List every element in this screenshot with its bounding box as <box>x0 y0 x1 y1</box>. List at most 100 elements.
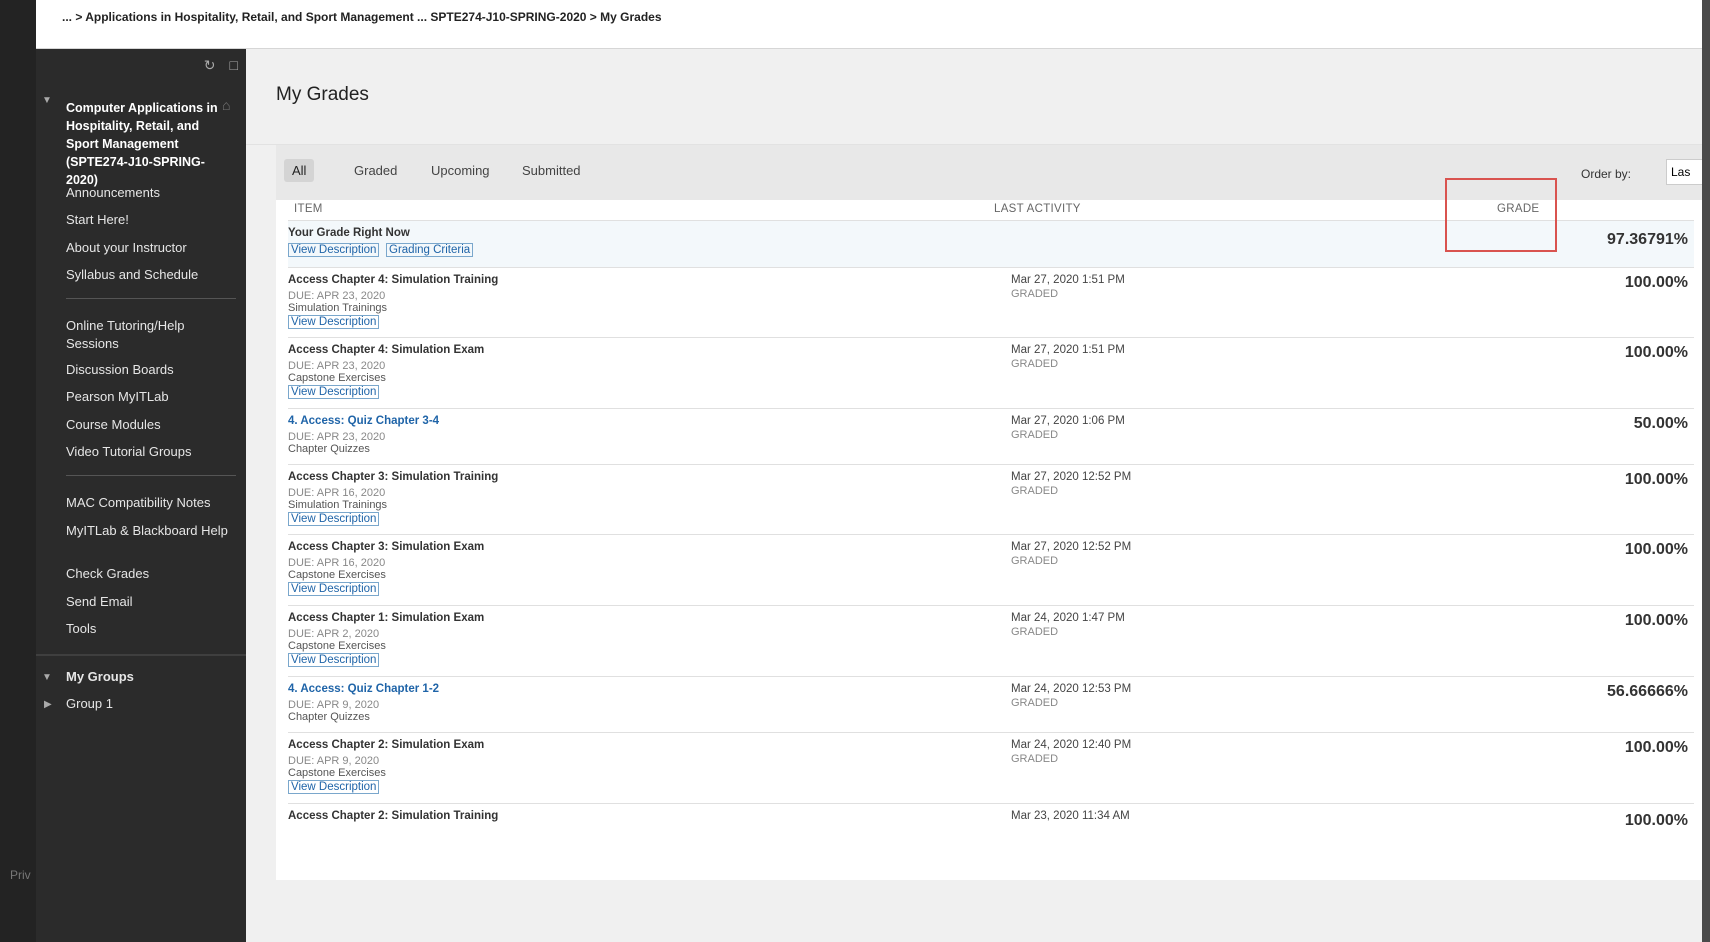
tab-submitted[interactable]: Submitted <box>514 159 589 182</box>
course-menu-tools: ↻ □ <box>204 57 238 74</box>
item-title[interactable]: Access Chapter 1: Simulation Exam <box>288 612 484 624</box>
view-description-link[interactable]: View Description <box>288 512 380 526</box>
nav-discussion-boards[interactable]: Discussion Boards <box>66 361 231 379</box>
item-title[interactable]: 4. Access: Quiz Chapter 3-4 <box>288 415 439 427</box>
item-category: Capstone Exercises <box>288 767 386 779</box>
item-category: Capstone Exercises <box>288 640 386 652</box>
course-title[interactable]: Computer Applications in Hospitality, Re… <box>66 99 226 189</box>
item-title: Your Grade Right Now <box>288 227 410 239</box>
table-row: Access Chapter 3: Simulation Training DU… <box>288 464 1694 535</box>
scrollbar[interactable] <box>1702 0 1710 942</box>
grade-value: 56.66666% <box>1607 683 1688 700</box>
chevron-down-icon[interactable]: ▼ <box>42 672 52 683</box>
privacy-link[interactable]: Priv <box>10 868 31 882</box>
table-row: 4. Access: Quiz Chapter 3-4 DUE: APR 23,… <box>288 408 1694 465</box>
menu-divider <box>66 475 236 476</box>
activity-status: GRADED <box>1011 358 1059 370</box>
view-description-link[interactable]: View Description <box>288 385 380 399</box>
left-gutter <box>0 0 36 942</box>
menu-divider <box>36 654 246 656</box>
activity-status: GRADED <box>1011 626 1059 638</box>
view-description-link[interactable]: View Description <box>288 315 380 329</box>
refresh-icon[interactable]: ↻ <box>204 57 216 74</box>
breadcrumb[interactable]: ... > Applications in Hospitality, Retai… <box>62 10 662 24</box>
item-title[interactable]: Access Chapter 3: Simulation Training <box>288 471 498 483</box>
grade-value: 100.00% <box>1624 812 1688 829</box>
item-due-date: DUE: APR 2, 2020 <box>288 628 380 640</box>
nav-video-tutorials[interactable]: Video Tutorial Groups <box>66 443 231 461</box>
item-title[interactable]: Access Chapter 2: Simulation Exam <box>288 739 484 751</box>
item-due-date: DUE: APR 9, 2020 <box>288 699 380 711</box>
table-row: Access Chapter 3: Simulation Exam DUE: A… <box>288 534 1694 606</box>
nav-course-modules[interactable]: Course Modules <box>66 416 231 434</box>
item-due-date: DUE: APR 16, 2020 <box>288 557 386 569</box>
nav-myitlab-help[interactable]: MyITLab & Blackboard Help <box>66 522 231 540</box>
nav-announcements[interactable]: Announcements <box>66 184 231 202</box>
order-by-select[interactable]: Las <box>1666 159 1702 185</box>
grading-criteria-link[interactable]: Grading Criteria <box>386 243 474 257</box>
my-groups-header[interactable]: My Groups <box>66 668 231 686</box>
item-title[interactable]: 4. Access: Quiz Chapter 1-2 <box>288 683 439 695</box>
grade-value: 50.00% <box>1633 415 1688 432</box>
grade-value: 100.00% <box>1624 344 1688 361</box>
column-header-item[interactable]: ITEM <box>294 203 323 215</box>
item-due-date: DUE: APR 9, 2020 <box>288 755 380 767</box>
activity-date: Mar 23, 2020 11:34 AM <box>1011 810 1130 822</box>
item-category: Simulation Trainings <box>288 302 388 314</box>
item-category: Capstone Exercises <box>288 569 386 581</box>
sidebar-edge <box>36 880 246 942</box>
folder-icon[interactable]: □ <box>230 57 238 74</box>
table-row: Access Chapter 4: Simulation Training DU… <box>288 267 1694 338</box>
activity-status: GRADED <box>1011 697 1059 709</box>
window-edge <box>36 880 1702 942</box>
item-title[interactable]: Access Chapter 4: Simulation Training <box>288 274 498 286</box>
grade-value: 100.00% <box>1624 739 1688 756</box>
nav-mac-notes[interactable]: MAC Compatibility Notes <box>66 494 231 512</box>
chevron-down-icon[interactable]: ▼ <box>42 95 52 106</box>
item-title[interactable]: Access Chapter 2: Simulation Training <box>288 810 498 822</box>
item-category: Chapter Quizzes <box>288 711 370 723</box>
tab-graded[interactable]: Graded <box>346 159 405 182</box>
chevron-right-icon[interactable]: ▶ <box>44 699 52 710</box>
item-due-date: DUE: APR 16, 2020 <box>288 487 386 499</box>
nav-about-instructor[interactable]: About your Instructor <box>66 239 231 257</box>
item-category: Capstone Exercises <box>288 372 386 384</box>
item-title[interactable]: Access Chapter 4: Simulation Exam <box>288 344 484 356</box>
item-title[interactable]: Access Chapter 3: Simulation Exam <box>288 541 484 553</box>
breadcrumb-bar: ... > Applications in Hospitality, Retai… <box>36 0 1702 49</box>
nav-tools[interactable]: Tools <box>66 620 231 638</box>
grade-value: 100.00% <box>1624 471 1688 488</box>
table-row: Access Chapter 4: Simulation Exam DUE: A… <box>288 337 1694 409</box>
activity-date: Mar 27, 2020 12:52 PM <box>1011 471 1132 483</box>
home-icon[interactable]: ⌂ <box>222 97 230 113</box>
activity-status: GRADED <box>1011 555 1059 567</box>
nav-online-tutoring[interactable]: Online Tutoring/Help Sessions <box>66 317 231 353</box>
item-category: Chapter Quizzes <box>288 443 370 455</box>
activity-status: GRADED <box>1011 753 1059 765</box>
grades-table: ITEM LAST ACTIVITY GRADE Your Grade Righ… <box>276 200 1702 880</box>
nav-check-grades[interactable]: Check Grades <box>66 565 231 583</box>
grade-value: 100.00% <box>1624 612 1688 629</box>
course-menu: ↻ □ ▼ Computer Applications in Hospitali… <box>36 49 246 880</box>
activity-date: Mar 27, 2020 1:06 PM <box>1011 415 1125 427</box>
nav-pearson-myitlab[interactable]: Pearson MyITLab <box>66 388 231 406</box>
view-description-link[interactable]: View Description <box>288 653 380 667</box>
tab-upcoming[interactable]: Upcoming <box>423 159 498 182</box>
main-content: My Grades All Graded Upcoming Submitted … <box>246 49 1702 880</box>
column-header-last-activity[interactable]: LAST ACTIVITY <box>994 203 1081 215</box>
view-description-link[interactable]: View Description <box>288 243 380 257</box>
table-row: 4. Access: Quiz Chapter 1-2 DUE: APR 9, … <box>288 676 1694 733</box>
order-by-label: Order by: <box>1581 167 1632 181</box>
tab-all[interactable]: All <box>284 159 315 182</box>
group-item[interactable]: Group 1 <box>66 695 231 713</box>
nav-send-email[interactable]: Send Email <box>66 593 231 611</box>
view-description-link[interactable]: View Description <box>288 780 380 794</box>
view-description-link[interactable]: View Description <box>288 582 380 596</box>
nav-start-here[interactable]: Start Here! <box>66 211 231 229</box>
activity-status: GRADED <box>1011 429 1059 441</box>
activity-date: Mar 24, 2020 12:40 PM <box>1011 739 1132 751</box>
item-due-date: DUE: APR 23, 2020 <box>288 360 386 372</box>
activity-status: GRADED <box>1011 485 1059 497</box>
nav-syllabus[interactable]: Syllabus and Schedule <box>66 266 231 284</box>
menu-divider <box>66 298 236 299</box>
